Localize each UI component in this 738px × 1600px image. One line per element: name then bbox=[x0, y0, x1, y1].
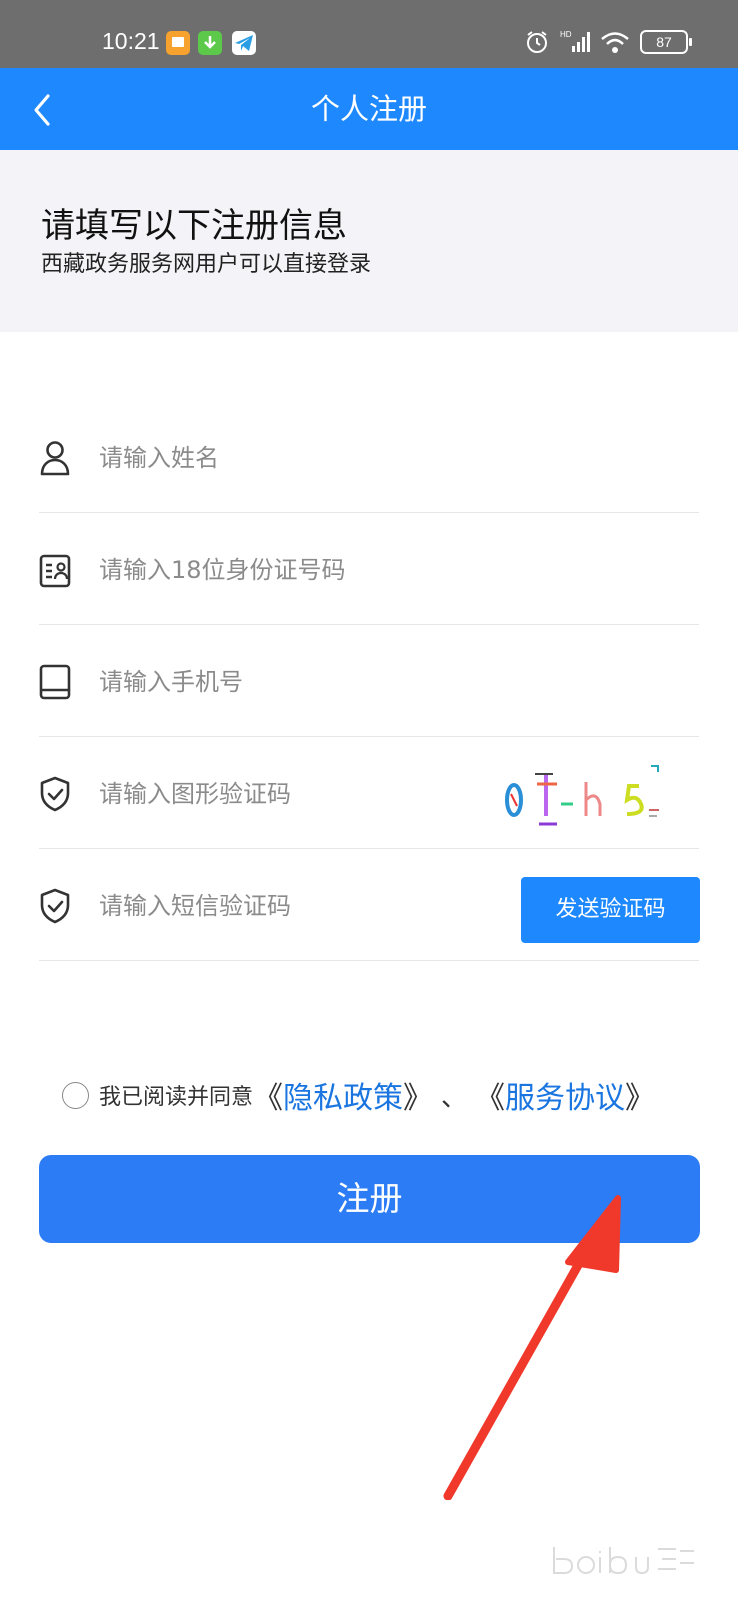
sms-code-input[interactable] bbox=[97, 880, 481, 932]
id-number-input[interactable] bbox=[97, 544, 481, 596]
close-bracket: 》 bbox=[625, 1081, 656, 1116]
signal-icon: HD bbox=[560, 30, 590, 52]
navigation-bar: 个人注册 bbox=[0, 68, 738, 150]
privacy-policy-link[interactable]: 隐私政策 bbox=[283, 1073, 403, 1117]
shield-check-icon bbox=[40, 776, 70, 812]
open-bracket: 《 bbox=[253, 1081, 284, 1116]
chevron-left-icon[interactable] bbox=[28, 90, 58, 130]
watermark-logo-icon bbox=[553, 1547, 694, 1575]
send-code-button[interactable]: 发送验证码 bbox=[521, 877, 700, 943]
sms-row: 发送验证码 bbox=[39, 848, 700, 961]
shield-check-icon bbox=[40, 888, 70, 924]
telegram-app-icon bbox=[232, 31, 256, 55]
info-title: 请填写以下注册信息 bbox=[41, 206, 347, 246]
person-icon bbox=[40, 441, 70, 476]
id-card-icon bbox=[39, 554, 71, 588]
phone-row bbox=[39, 624, 699, 737]
alarm-icon bbox=[527, 31, 547, 53]
captcha-row: 0t-h5 bbox=[39, 736, 699, 849]
agreement-text: 我已阅读并同意 bbox=[99, 1085, 254, 1110]
phone-icon bbox=[39, 664, 71, 700]
wifi-icon bbox=[601, 32, 629, 53]
status-time: 10:21 bbox=[102, 28, 160, 54]
name-input[interactable] bbox=[97, 432, 481, 484]
captcha-image[interactable]: 0t-h5 bbox=[501, 752, 681, 836]
captcha-input[interactable] bbox=[97, 768, 481, 820]
name-row bbox=[39, 400, 699, 513]
phone-input[interactable] bbox=[97, 656, 481, 708]
close-bracket: 》 bbox=[403, 1081, 434, 1116]
info-subtitle: 西藏政务服务网用户可以直接登录 bbox=[41, 252, 372, 277]
svg-text:HD: HD bbox=[560, 30, 572, 39]
status-bar: 10:21 HD 87 bbox=[0, 0, 738, 68]
service-agreement-link[interactable]: 服务协议 bbox=[505, 1073, 625, 1117]
separator: 、 bbox=[441, 1082, 468, 1113]
download-app-icon bbox=[198, 31, 222, 55]
open-bracket: 《 bbox=[475, 1081, 506, 1116]
page-title: 个人注册 bbox=[310, 92, 427, 126]
annotation-arrow-icon bbox=[443, 1195, 621, 1500]
id-row bbox=[39, 512, 699, 625]
info-header: 请填写以下注册信息 西藏政务服务网用户可以直接登录 bbox=[0, 150, 738, 332]
notification-app-icon bbox=[166, 31, 190, 55]
battery-icon: 87 bbox=[640, 30, 692, 54]
agreement: 我已阅读并同意 《 隐私政策 》 、 《 服务协议 》 bbox=[62, 1070, 655, 1120]
agree-radio[interactable] bbox=[62, 1081, 89, 1109]
